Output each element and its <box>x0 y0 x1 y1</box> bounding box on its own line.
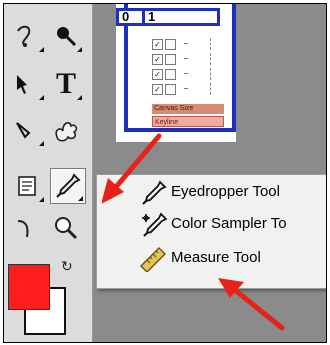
submenu-corner <box>39 141 44 146</box>
layer-row[interactable]: ✓ <box>152 38 224 50</box>
submenu-corner <box>78 196 83 201</box>
layer-box <box>165 39 176 50</box>
toolbox-row-2: T <box>10 66 90 104</box>
submenu-corner <box>77 95 82 100</box>
checkmark-icon[interactable]: ✓ <box>152 39 163 50</box>
type-tool[interactable]: T <box>48 66 84 102</box>
eyedropper-tool[interactable] <box>50 168 86 204</box>
toolbox-row-3 <box>10 112 90 150</box>
color-sampler-icon <box>142 212 167 237</box>
layer-row[interactable]: ✓ <box>152 83 224 95</box>
submenu-corner <box>39 47 44 52</box>
toolbox-row-4 <box>10 168 90 206</box>
swap-colors-icon[interactable]: ↻ <box>61 258 73 275</box>
submenu-corner <box>77 47 82 52</box>
hand-tool[interactable] <box>10 210 46 246</box>
quick-select-icon <box>57 27 77 47</box>
zoom-icon <box>55 217 78 240</box>
path-select-tool[interactable] <box>10 66 46 102</box>
toolbox-panel: T ↻ <box>4 4 93 342</box>
quick-select-tool[interactable] <box>48 18 84 54</box>
document-tabbar: 0 1 <box>116 8 220 26</box>
checkmark-icon[interactable]: ✓ <box>152 54 163 65</box>
hand-icon <box>17 220 29 238</box>
pen-icon <box>16 122 31 139</box>
menu-item-color-sampler-tool[interactable]: Color Sampler To <box>97 209 326 241</box>
zoom-tool[interactable] <box>48 210 84 246</box>
menu-item-label: Color Sampler To <box>171 215 287 232</box>
custom-shape-tool[interactable] <box>48 112 84 148</box>
layer-box <box>165 54 176 65</box>
layer-box <box>165 69 176 80</box>
document-tab[interactable]: 1 <box>142 8 220 26</box>
lasso-tool[interactable] <box>10 18 46 54</box>
tool-flyout-menu: Eyedropper Tool Color Sampler To Measure… <box>96 174 326 289</box>
eyedropper-icon <box>142 180 167 205</box>
submenu-corner <box>39 95 44 100</box>
type-icon: T <box>55 67 76 100</box>
checkmark-icon[interactable]: ✓ <box>152 69 163 80</box>
divider <box>210 38 212 50</box>
notes-icon <box>18 176 36 196</box>
menu-item-label: Measure Tool <box>171 249 261 266</box>
toolbox-row-1 <box>10 18 90 56</box>
menu-item-measure-tool[interactable]: Measure Tool <box>97 243 326 275</box>
canvas-size-layer[interactable]: Canvas Size <box>152 104 224 114</box>
document-tab[interactable]: 0 <box>116 8 142 26</box>
layer-row[interactable]: ✓ <box>152 53 224 65</box>
divider <box>210 68 212 80</box>
toolbox-row-5 <box>10 210 90 248</box>
divider <box>184 88 188 89</box>
checkmark-icon[interactable]: ✓ <box>152 84 163 95</box>
path-select-icon <box>17 75 27 94</box>
menu-item-eyedropper-tool[interactable]: Eyedropper Tool <box>97 177 326 209</box>
divider <box>184 43 188 44</box>
divider <box>184 73 188 74</box>
divider <box>210 83 212 95</box>
submenu-corner <box>39 197 44 202</box>
custom-shape-icon <box>55 122 78 142</box>
notes-tool[interactable] <box>10 168 46 204</box>
document-window: 0 1 ✓ ✓ ✓ ✓ Canvas Size Keyline <box>116 4 236 142</box>
screenshot-frame: T ↻ 0 1 ✓ ✓ ✓ ✓ Canvas Size Keyline Eyed… <box>3 3 327 343</box>
layer-box <box>165 84 176 95</box>
lasso-icon <box>17 25 31 47</box>
divider <box>210 53 212 65</box>
current-tool-indicator <box>111 189 117 199</box>
pen-tool[interactable] <box>10 112 46 148</box>
menu-item-label: Eyedropper Tool <box>171 183 280 200</box>
keyline-layer[interactable]: Keyline <box>152 116 224 127</box>
foreground-color-swatch[interactable] <box>8 264 50 310</box>
layer-row[interactable]: ✓ <box>152 68 224 80</box>
divider <box>184 58 188 59</box>
ruler-icon <box>140 247 166 272</box>
